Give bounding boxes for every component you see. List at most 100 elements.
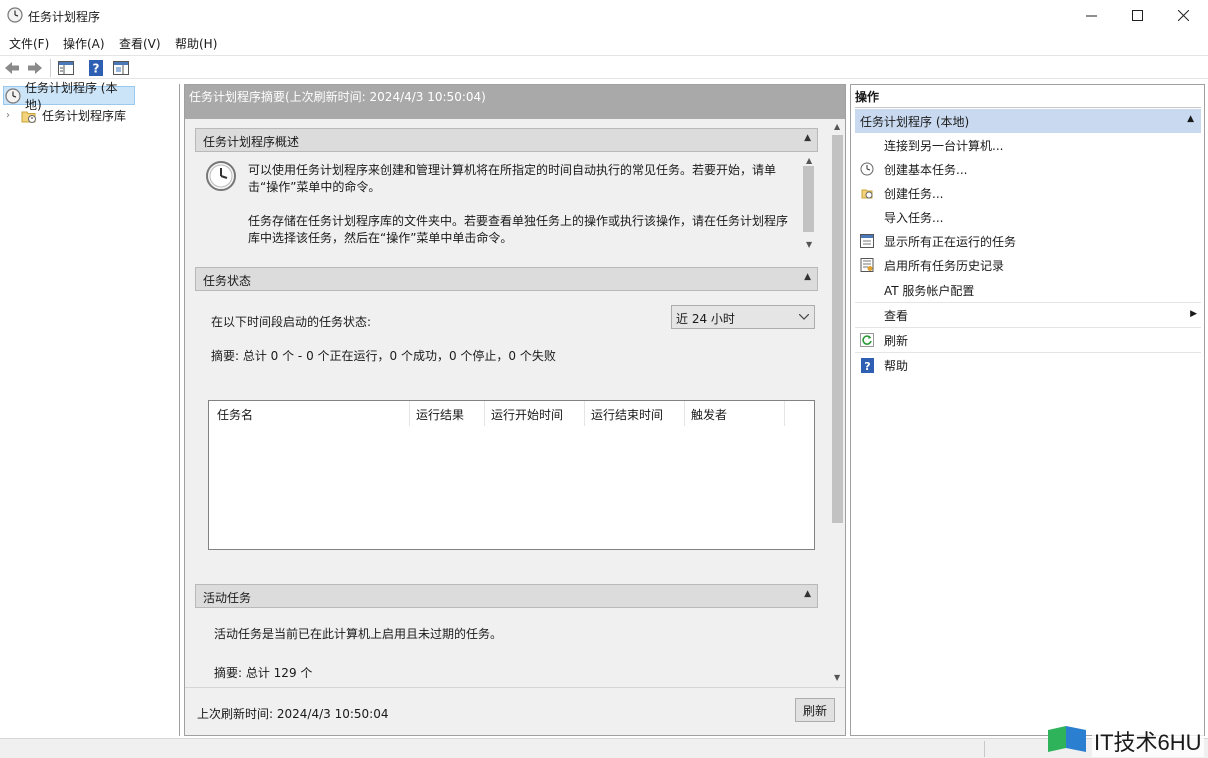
active-section-header[interactable]: 活动任务 ▲	[195, 584, 818, 608]
action-view[interactable]: 查看 ▶	[855, 303, 1201, 327]
overview-section-body: 可以使用任务计划程序来创建和管理计算机将在所指定的时间自动执行的常见任务。若要开…	[195, 152, 818, 256]
title-divider	[855, 107, 1201, 108]
section-title: 任务计划程序概述	[203, 135, 300, 149]
menu-view[interactable]: 查看(V)	[119, 35, 161, 52]
last-refresh-time: 上次刷新时间: 2024/4/3 10:50:04	[197, 707, 389, 721]
column-divider[interactable]	[684, 401, 685, 426]
refresh-button[interactable]: 刷新	[795, 698, 835, 722]
scroll-thumb[interactable]	[803, 166, 814, 232]
period-value: 近 24 小时	[676, 312, 735, 326]
forward-arrow-icon	[28, 62, 42, 74]
period-dropdown[interactable]: 近 24 小时	[671, 305, 815, 329]
show-action-pane-button[interactable]	[112, 59, 130, 77]
tree-item-label: 任务计划程序库	[42, 109, 127, 123]
summary-pane: 任务计划程序摘要(上次刷新时间: 2024/4/3 10:50:04) 任务计划…	[184, 84, 846, 736]
summary-footer: 上次刷新时间: 2024/4/3 10:50:04 刷新	[185, 687, 845, 735]
column-divider[interactable]	[484, 401, 485, 426]
action-connect[interactable]: 连接到另一台计算机...	[855, 133, 1201, 157]
overview-scrollbar[interactable]: ▲ ▼	[801, 152, 816, 256]
back-button[interactable]	[3, 59, 21, 77]
action-help[interactable]: ? 帮助	[855, 353, 1201, 377]
clock-icon	[7, 7, 23, 23]
action-label: 查看	[884, 308, 909, 323]
menu-action[interactable]: 操作(A)	[63, 35, 105, 52]
chevron-right-icon[interactable]: ›	[6, 110, 18, 121]
menu-bar: 文件(F) 操作(A) 查看(V) 帮助(H)	[0, 31, 1208, 55]
section-title: 任务状态	[203, 274, 252, 288]
section-title: 活动任务	[203, 591, 252, 605]
forward-button[interactable]	[26, 59, 44, 77]
submenu-arrow-icon: ▶	[1190, 309, 1197, 319]
tree-item-root[interactable]: 任务计划程序 (本地)	[3, 81, 135, 112]
overview-para-2: 任务存储在任务计划程序库的文件夹中。若要查看单独任务上的操作或执行该操作，请在任…	[248, 214, 789, 245]
column-header[interactable]: 运行开始时间	[491, 406, 563, 423]
actions-group-header[interactable]: 任务计划程序 (本地) ▲	[855, 109, 1201, 133]
toolbar-separator	[50, 59, 51, 77]
collapse-icon[interactable]: ▲	[1187, 114, 1194, 124]
action-label: 连接到另一台计算机...	[884, 138, 1004, 153]
column-header[interactable]: 触发者	[691, 406, 727, 423]
actions-title: 操作	[855, 90, 880, 104]
action-refresh[interactable]: 刷新	[855, 328, 1201, 352]
scroll-down-icon[interactable]: ▼	[834, 673, 840, 682]
folder-clock-icon	[21, 111, 36, 123]
collapse-icon[interactable]: ▲	[804, 272, 811, 282]
status-section-header[interactable]: 任务状态 ▲	[195, 267, 818, 291]
actions-group-label: 任务计划程序 (本地)	[860, 114, 970, 129]
active-section-body: 活动任务是当前已在此计算机上启用且未过期的任务。 摘要: 总计 129 个	[195, 608, 818, 687]
scroll-thumb[interactable]	[832, 135, 843, 523]
action-create-task[interactable]: 创建任务...	[855, 181, 1201, 205]
action-label: 刷新	[884, 333, 909, 348]
summary-scrollbar[interactable]: ▲ ▼	[830, 119, 845, 687]
watermark-text: IT技术6HU	[1092, 725, 1204, 757]
status-table[interactable]: 任务名 运行结果 运行开始时间 运行结束时间 触发者	[208, 400, 815, 550]
blank-icon	[859, 307, 875, 323]
action-enable-history[interactable]: 启用所有任务历史记录	[855, 253, 1201, 277]
collapse-icon[interactable]: ▲	[804, 133, 811, 143]
svg-text:?: ?	[93, 62, 100, 76]
clock-icon	[5, 87, 21, 104]
menu-file[interactable]: 文件(F)	[9, 35, 49, 52]
minimize-icon	[1085, 15, 1097, 17]
column-header[interactable]: 运行结束时间	[591, 406, 663, 423]
action-label: 显示所有正在运行的任务	[884, 234, 1017, 249]
window-title: 任务计划程序	[28, 10, 101, 24]
action-import-task[interactable]: 导入任务...	[855, 205, 1201, 229]
running-tasks-icon	[859, 233, 875, 249]
active-description: 活动任务是当前已在此计算机上启用且未过期的任务。	[214, 627, 503, 641]
action-show-running[interactable]: 显示所有正在运行的任务	[855, 229, 1201, 253]
close-icon	[1177, 10, 1189, 21]
close-button[interactable]	[1160, 0, 1206, 31]
scroll-up-icon[interactable]: ▲	[806, 156, 812, 165]
column-divider[interactable]	[409, 401, 410, 426]
refresh-icon	[859, 332, 875, 348]
action-create-basic-task[interactable]: 创建基本任务...	[855, 157, 1201, 181]
action-label: 帮助	[884, 358, 909, 373]
watermark-logo	[1048, 726, 1086, 752]
column-divider[interactable]	[584, 401, 585, 426]
maximize-button[interactable]	[1114, 0, 1160, 31]
status-summary: 摘要: 总计 0 个 - 0 个正在运行，0 个成功，0 个停止，0 个失败	[211, 349, 556, 363]
minimize-button[interactable]	[1068, 0, 1114, 31]
blank-icon	[859, 137, 875, 153]
chevron-down-icon	[799, 314, 809, 320]
help-toolbar-button[interactable]: ?	[87, 59, 105, 77]
status-section-body: 在以下时间段启动的任务状态: 近 24 小时 摘要: 总计 0 个 - 0 个正…	[195, 291, 818, 571]
clock-large-icon	[206, 161, 236, 191]
scroll-up-icon[interactable]: ▲	[834, 122, 840, 131]
scroll-down-icon[interactable]: ▼	[806, 240, 812, 249]
action-at-service-config[interactable]: AT 服务帐户配置	[855, 278, 1201, 302]
action-label: 创建基本任务...	[884, 162, 968, 177]
menu-help[interactable]: 帮助(H)	[175, 35, 217, 52]
active-summary: 摘要: 总计 129 个	[214, 666, 313, 680]
column-header[interactable]: 运行结果	[416, 406, 464, 423]
tree-item-library[interactable]: › 任务计划程序库	[6, 106, 166, 125]
period-label: 在以下时间段启动的任务状态:	[211, 315, 372, 329]
show-tree-button[interactable]	[57, 59, 75, 77]
collapse-icon[interactable]: ▲	[804, 589, 811, 599]
column-divider[interactable]	[784, 401, 785, 426]
status-divider	[984, 741, 985, 757]
overview-section-header[interactable]: 任务计划程序概述 ▲	[195, 128, 818, 152]
action-pane-icon	[113, 61, 129, 75]
column-header[interactable]: 任务名	[217, 406, 253, 423]
